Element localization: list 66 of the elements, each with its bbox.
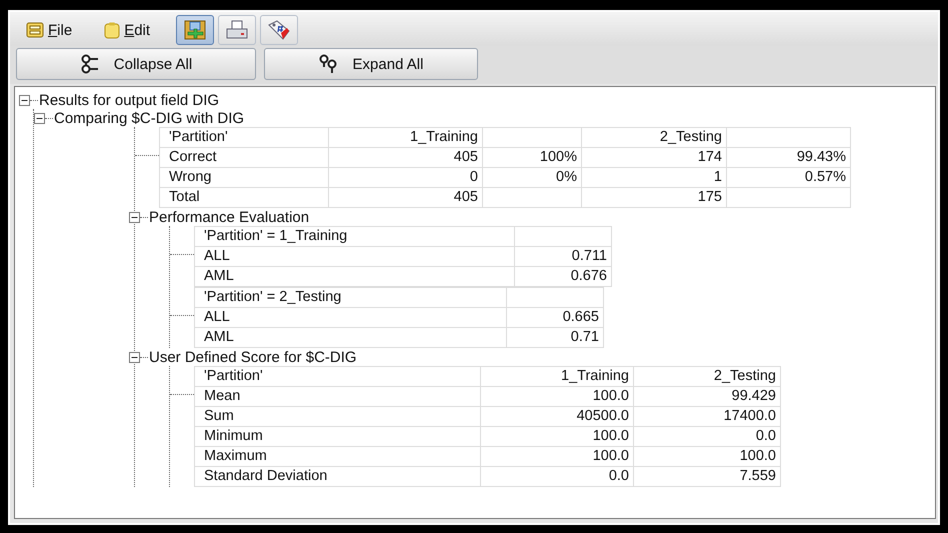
collapse-toggle[interactable] bbox=[19, 94, 30, 106]
table-cell: 1_Training bbox=[410, 129, 478, 145]
table-cell: 405 bbox=[454, 149, 478, 165]
table-cell: 175 bbox=[698, 189, 722, 205]
collapse-toggle[interactable] bbox=[34, 112, 45, 124]
tree-node-label[interactable]: Performance Evaluation bbox=[148, 208, 310, 226]
table-cell: Wrong bbox=[169, 169, 212, 185]
table-cell: 1 bbox=[714, 169, 722, 185]
table-cell: 7.559 bbox=[740, 468, 776, 484]
table-cell: 174 bbox=[698, 149, 722, 165]
toolbar-button[interactable] bbox=[176, 15, 214, 45]
table-cell: Maximum bbox=[204, 448, 267, 464]
table-cell: 0.711 bbox=[572, 248, 607, 264]
table-cell: 99.429 bbox=[732, 388, 776, 404]
expand-icon bbox=[318, 54, 339, 74]
collapse-toggle[interactable] bbox=[129, 212, 140, 222]
menu-item[interactable]: Edit bbox=[98, 20, 156, 40]
table-cell: 0.71 bbox=[570, 329, 599, 345]
table-cell: 0.0 bbox=[756, 428, 776, 444]
table-cell: ALL bbox=[204, 309, 230, 325]
clipboard-icon bbox=[104, 22, 120, 38]
table-cell: 0% bbox=[556, 169, 577, 185]
table-cell: 405 bbox=[454, 189, 478, 205]
menu-item[interactable]: File bbox=[20, 20, 78, 40]
table-cell: 'Partition' = 2_Testing bbox=[204, 289, 342, 305]
tree-node-label[interactable]: User Defined Score for $C-DIG bbox=[148, 348, 357, 366]
table-cell: Mean bbox=[204, 388, 240, 404]
table-cell: 0.0 bbox=[608, 468, 629, 484]
printer-icon bbox=[225, 19, 250, 41]
table-cell: AML bbox=[204, 268, 234, 284]
table-cell: Minimum bbox=[204, 428, 263, 444]
table-cell: 'Partition' = 1_Training bbox=[204, 228, 348, 244]
table-cell: 100.0 bbox=[592, 448, 629, 464]
table-cell: 'Partition' bbox=[169, 129, 228, 145]
table-cell: 100.0 bbox=[740, 448, 776, 464]
table-cell: Sum bbox=[204, 408, 234, 424]
table-cell: 0.665 bbox=[562, 309, 599, 325]
collapse-all-button[interactable]: Collapse All bbox=[16, 48, 256, 80]
tag-icon bbox=[267, 19, 292, 41]
table-cell: 0.676 bbox=[570, 268, 607, 284]
toolbar-button[interactable] bbox=[260, 15, 298, 45]
table-cell: ALL bbox=[204, 248, 230, 264]
add-picture-icon bbox=[183, 19, 208, 41]
toolbar-button[interactable] bbox=[218, 15, 256, 45]
table-cell: 99.43% bbox=[796, 149, 846, 165]
table-cell: 100% bbox=[540, 149, 577, 165]
tree-node-label[interactable]: Results for output field DIG bbox=[38, 92, 220, 108]
table-cell: 0 bbox=[470, 169, 478, 185]
table-cell: Correct bbox=[169, 149, 217, 165]
expand-all-button[interactable]: Expand All bbox=[264, 48, 478, 80]
table-cell: 0.57% bbox=[804, 169, 846, 185]
table-cell: AML bbox=[204, 329, 234, 345]
table-cell: 1_Training bbox=[561, 368, 629, 384]
drawer-icon bbox=[26, 22, 44, 38]
table-cell: 100.0 bbox=[592, 388, 629, 404]
table-cell: 40500.0 bbox=[576, 408, 629, 424]
table-cell: 2_Testing bbox=[714, 368, 776, 384]
collapse-icon bbox=[80, 54, 100, 74]
table-cell: 100.0 bbox=[592, 428, 629, 444]
tree-node-label[interactable]: Comparing $C-DIG with DIG bbox=[53, 110, 244, 126]
collapse-toggle[interactable] bbox=[129, 352, 140, 362]
table-cell: Standard Deviation bbox=[204, 468, 328, 484]
table-cell: 'Partition' bbox=[204, 368, 263, 384]
table-cell: Total bbox=[169, 189, 200, 205]
table-cell: 17400.0 bbox=[724, 408, 776, 424]
table-cell: 2_Testing bbox=[660, 129, 722, 145]
